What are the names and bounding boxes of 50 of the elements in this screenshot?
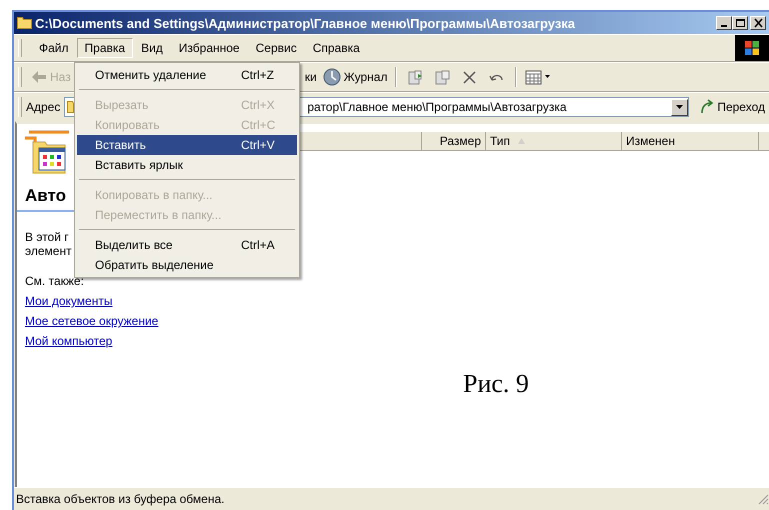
- address-label: Адрес: [26, 100, 60, 114]
- history-button[interactable]: Журнал: [320, 66, 390, 88]
- copy-to-folder-icon: [434, 68, 452, 86]
- menu-option[interactable]: Вставить Ctrl+V: [77, 135, 297, 155]
- menu-option[interactable]: Обратить выделение: [77, 255, 297, 275]
- clock-icon: [322, 68, 341, 86]
- column-header[interactable]: Тип: [486, 132, 622, 150]
- menu-item[interactable]: Справка: [304, 38, 368, 58]
- folders-button[interactable]: ки: [302, 68, 320, 86]
- panel-link[interactable]: Мое сетевое окружение: [25, 314, 158, 328]
- caret-icon: [676, 105, 684, 109]
- maximize-button[interactable]: [732, 16, 748, 30]
- menu-item[interactable]: Избранное: [170, 38, 248, 58]
- grid-view-icon: [525, 70, 542, 84]
- curved-arrow-icon: [699, 99, 716, 115]
- see-also-label: См. также:: [25, 274, 84, 288]
- close-icon: [752, 18, 764, 28]
- status-text: Вставка объектов из буфера обмена.: [16, 492, 226, 506]
- sort-arrow-icon: [518, 138, 526, 144]
- maximize-icon: [734, 18, 746, 28]
- column-header[interactable]: Размер: [422, 132, 486, 150]
- window-title: C:\Documents and Settings\Администратор\Главное меню\Программы\Автозагрузка: [35, 16, 576, 30]
- menu-item[interactable]: Вид: [133, 38, 171, 58]
- move-to-folder-icon: [407, 68, 424, 86]
- folder-icon: [17, 17, 32, 29]
- panel-text: элемент: [25, 244, 72, 258]
- menu-option[interactable]: Вставить ярлык: [77, 155, 297, 175]
- menu-item[interactable]: Сервис: [248, 38, 305, 58]
- delete-icon: [461, 68, 478, 86]
- resize-grip-icon: [757, 493, 769, 505]
- figure-caption: Рис. 9: [463, 369, 530, 399]
- column-header[interactable]: Изменен: [622, 132, 759, 150]
- close-button[interactable]: [750, 16, 766, 30]
- go-button[interactable]: Переход: [693, 99, 769, 115]
- dropdown-button[interactable]: [671, 98, 688, 116]
- folder-icon: [67, 101, 74, 113]
- menu-item[interactable]: Файл: [31, 38, 77, 58]
- panel-heading: Авто: [25, 186, 66, 206]
- minimize-button[interactable]: [716, 16, 732, 30]
- minimize-icon: [721, 25, 727, 27]
- panel-link[interactable]: Мой компьютер: [25, 334, 112, 348]
- caret-icon: [545, 75, 550, 79]
- panel-link[interactable]: Мои документы: [25, 294, 112, 308]
- left-arrow-icon: [31, 70, 47, 84]
- menu-option[interactable]: Выделить все Ctrl+A: [77, 235, 297, 255]
- menu-item[interactable]: Правка: [76, 38, 134, 58]
- menu-option[interactable]: Отменить удаление Ctrl+Z: [77, 65, 297, 85]
- panel-text: В этой г: [25, 230, 69, 244]
- windows-logo-icon: [744, 40, 760, 56]
- folder-program-icon: [25, 130, 69, 176]
